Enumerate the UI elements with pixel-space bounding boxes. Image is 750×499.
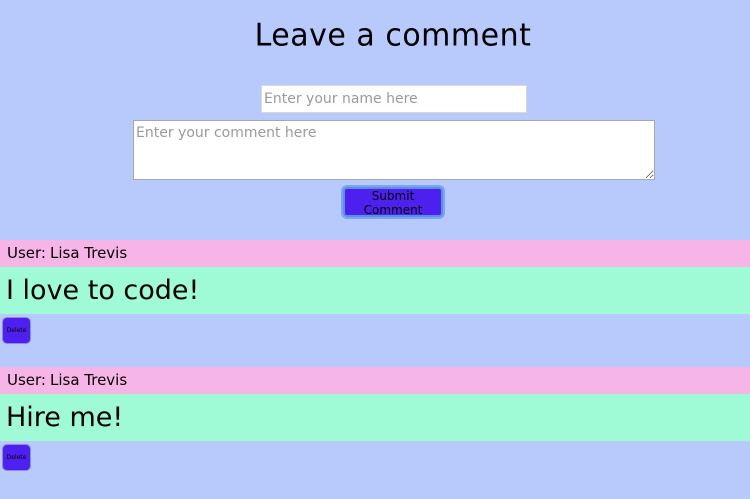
comment-user-bar: User: Lisa Trevis bbox=[0, 240, 750, 267]
user-prefix-label: User: bbox=[7, 244, 46, 262]
comment-user-name: Lisa Trevis bbox=[49, 371, 128, 389]
delete-comment-button[interactable]: Delete bbox=[2, 317, 31, 344]
user-prefix-label: User: bbox=[7, 371, 46, 389]
delete-comment-button[interactable]: Delete bbox=[2, 444, 31, 471]
comment-item: User: Lisa Trevis I love to code! Delete bbox=[0, 240, 750, 344]
submit-comment-button[interactable]: Submit Comment bbox=[341, 185, 445, 219]
comment-item: User: Lisa Trevis Hire me! Delete bbox=[0, 367, 750, 471]
comment-text: I love to code! bbox=[0, 267, 750, 314]
comment-user-bar: User: Lisa Trevis bbox=[0, 367, 750, 394]
name-input[interactable] bbox=[261, 85, 527, 113]
comment-input[interactable] bbox=[133, 120, 655, 180]
comment-text: Hire me! bbox=[0, 394, 750, 441]
comment-user-name: Lisa Trevis bbox=[49, 244, 128, 262]
page-title: Leave a comment bbox=[254, 17, 532, 54]
